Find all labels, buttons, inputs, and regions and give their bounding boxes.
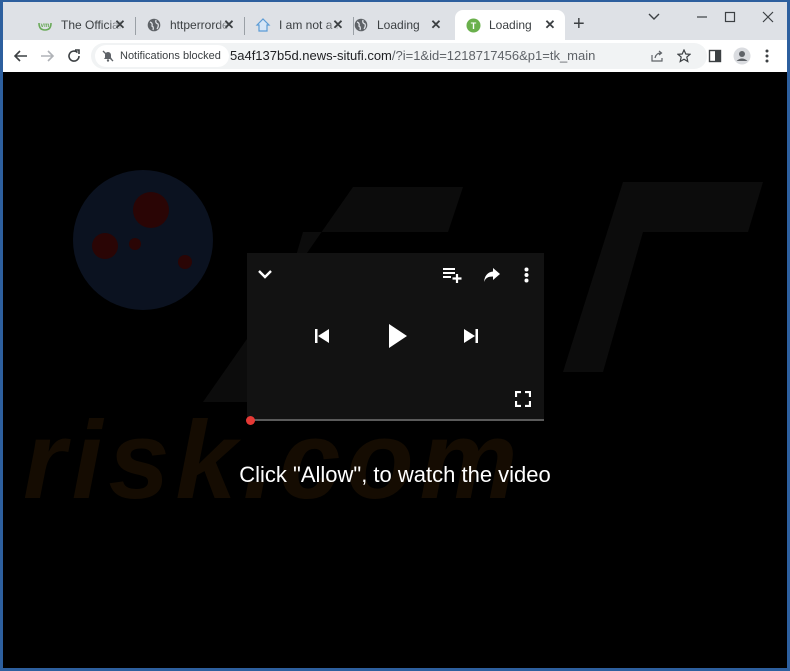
- kebab-menu-icon: [524, 267, 528, 283]
- playlist-add-icon: [443, 268, 462, 283]
- maximize-icon: [724, 11, 736, 23]
- bell-off-icon: [102, 50, 114, 62]
- close-icon[interactable]: ✕: [543, 18, 557, 32]
- close-icon: [762, 11, 774, 23]
- chevron-down-icon: [648, 13, 660, 20]
- address-bar[interactable]: Notifications blocked 5a4f137b5d.news-si…: [91, 43, 707, 69]
- globe-icon: [353, 17, 369, 33]
- more-options-button[interactable]: [519, 264, 533, 286]
- tab-the-official[interactable]: vm The Official ✕: [27, 10, 136, 40]
- share-button[interactable]: [649, 48, 665, 64]
- video-progress-bar[interactable]: [246, 415, 544, 425]
- arrow-right-icon: [41, 50, 55, 62]
- next-button[interactable]: [460, 325, 482, 347]
- browser-window: vm The Official ✕ httperrorde ✕ I am not…: [3, 2, 787, 668]
- avatar-icon: [733, 47, 751, 65]
- collapse-button[interactable]: [255, 264, 275, 284]
- add-to-queue-button[interactable]: [441, 264, 463, 286]
- skip-next-icon: [464, 329, 478, 343]
- progress-scrubber-handle[interactable]: [246, 415, 255, 425]
- tab-loading[interactable]: Loading ✕: [343, 10, 451, 40]
- star-icon: [677, 49, 691, 63]
- tab-strip: vm The Official ✕ httperrorde ✕ I am not…: [3, 2, 787, 40]
- svg-text:vm: vm: [41, 23, 50, 29]
- svg-text:T: T: [470, 21, 476, 31]
- side-panel-icon: [708, 49, 722, 63]
- allow-instruction-text: Click "Allow", to watch the video: [239, 462, 551, 487]
- fullscreen-icon: [515, 391, 531, 407]
- close-window-button[interactable]: [753, 6, 783, 28]
- play-icon: [389, 324, 407, 348]
- url-text[interactable]: 5a4f137b5d.news-situfi.com/?i=1&id=12187…: [230, 48, 595, 63]
- back-button[interactable]: [11, 46, 31, 66]
- minimize-icon: [697, 16, 707, 18]
- profile-button[interactable]: [732, 46, 752, 66]
- skip-previous-icon: [315, 329, 329, 343]
- arrow-left-icon: [13, 50, 27, 62]
- globe-icon: [146, 17, 162, 33]
- previous-button[interactable]: [311, 325, 333, 347]
- minimize-button[interactable]: [687, 6, 717, 28]
- maximize-button[interactable]: [715, 6, 745, 28]
- video-player[interactable]: [247, 253, 544, 421]
- url-host: 5a4f137b5d.news-situfi.com: [230, 48, 392, 63]
- reload-icon: [68, 49, 80, 62]
- reload-button[interactable]: [64, 46, 84, 66]
- notifications-blocked-label: Notifications blocked: [120, 50, 221, 62]
- share-icon: [651, 50, 663, 62]
- tab-i-am-not-a-robot[interactable]: I am not a ro ✕: [245, 10, 354, 40]
- play-button[interactable]: [385, 321, 411, 351]
- side-panel-button[interactable]: [705, 46, 725, 66]
- tab-title: Loading: [489, 18, 532, 32]
- share-arrow-icon: [484, 268, 500, 282]
- notifications-blocked-chip[interactable]: Notifications blocked: [95, 45, 229, 67]
- fullscreen-button[interactable]: [513, 389, 533, 409]
- tab-search-button[interactable]: [639, 6, 669, 28]
- house-icon: [255, 17, 271, 33]
- vm-logo-icon: vm: [37, 17, 53, 33]
- tab-loading-active[interactable]: T Loading ✕: [455, 10, 565, 40]
- new-tab-button[interactable]: +: [573, 14, 585, 34]
- green-t-icon: T: [465, 17, 481, 33]
- bookmark-button[interactable]: [676, 48, 692, 64]
- close-icon[interactable]: ✕: [113, 18, 127, 32]
- page-content: risk.com Click "Allow", to watch the vid…: [3, 72, 787, 668]
- url-path: /?i=1&id=1218717456&p1=tk_main: [391, 48, 596, 63]
- menu-button[interactable]: [757, 46, 777, 66]
- close-icon[interactable]: ✕: [222, 18, 236, 32]
- close-icon[interactable]: ✕: [429, 18, 443, 32]
- tab-httperrorde[interactable]: httperrorde ✕: [136, 10, 245, 40]
- browser-toolbar: Notifications blocked 5a4f137b5d.news-si…: [3, 40, 787, 72]
- chevron-down-icon: [258, 270, 272, 279]
- kebab-menu-icon: [765, 49, 769, 63]
- forward-button[interactable]: [37, 46, 57, 66]
- share-button[interactable]: [481, 264, 503, 286]
